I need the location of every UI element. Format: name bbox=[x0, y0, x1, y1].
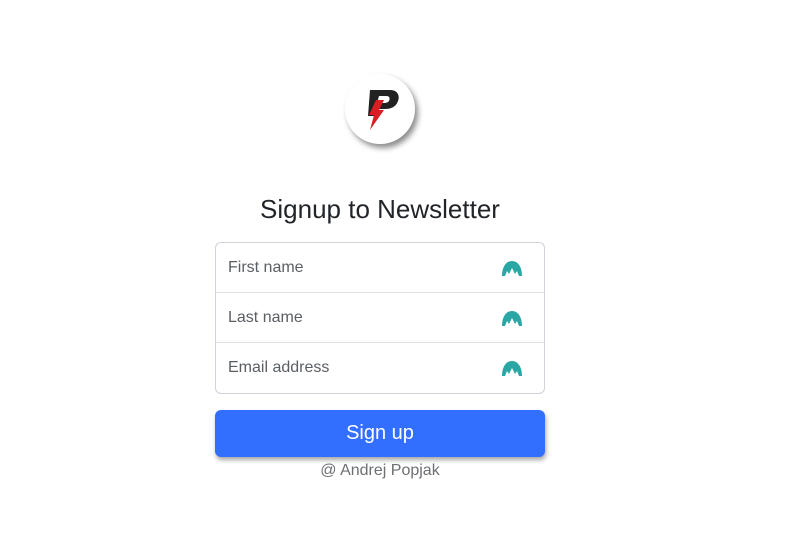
sign-up-button[interactable]: Sign up bbox=[215, 410, 545, 457]
vpn-extension-icon[interactable] bbox=[501, 360, 523, 376]
brand-logo bbox=[345, 74, 415, 144]
author-credit: @ Andrej Popjak bbox=[320, 462, 440, 479]
last-name-input[interactable] bbox=[216, 293, 544, 342]
first-name-row bbox=[216, 243, 544, 293]
email-input[interactable] bbox=[216, 343, 544, 393]
last-name-row bbox=[216, 293, 544, 343]
vpn-extension-icon[interactable] bbox=[501, 310, 523, 326]
page-title: Signup to Newsletter bbox=[260, 194, 500, 224]
email-row bbox=[216, 343, 544, 393]
p-lightning-logo-icon bbox=[368, 90, 399, 130]
first-name-input[interactable] bbox=[216, 243, 544, 292]
signup-form bbox=[215, 242, 545, 394]
vpn-extension-icon[interactable] bbox=[501, 260, 523, 276]
